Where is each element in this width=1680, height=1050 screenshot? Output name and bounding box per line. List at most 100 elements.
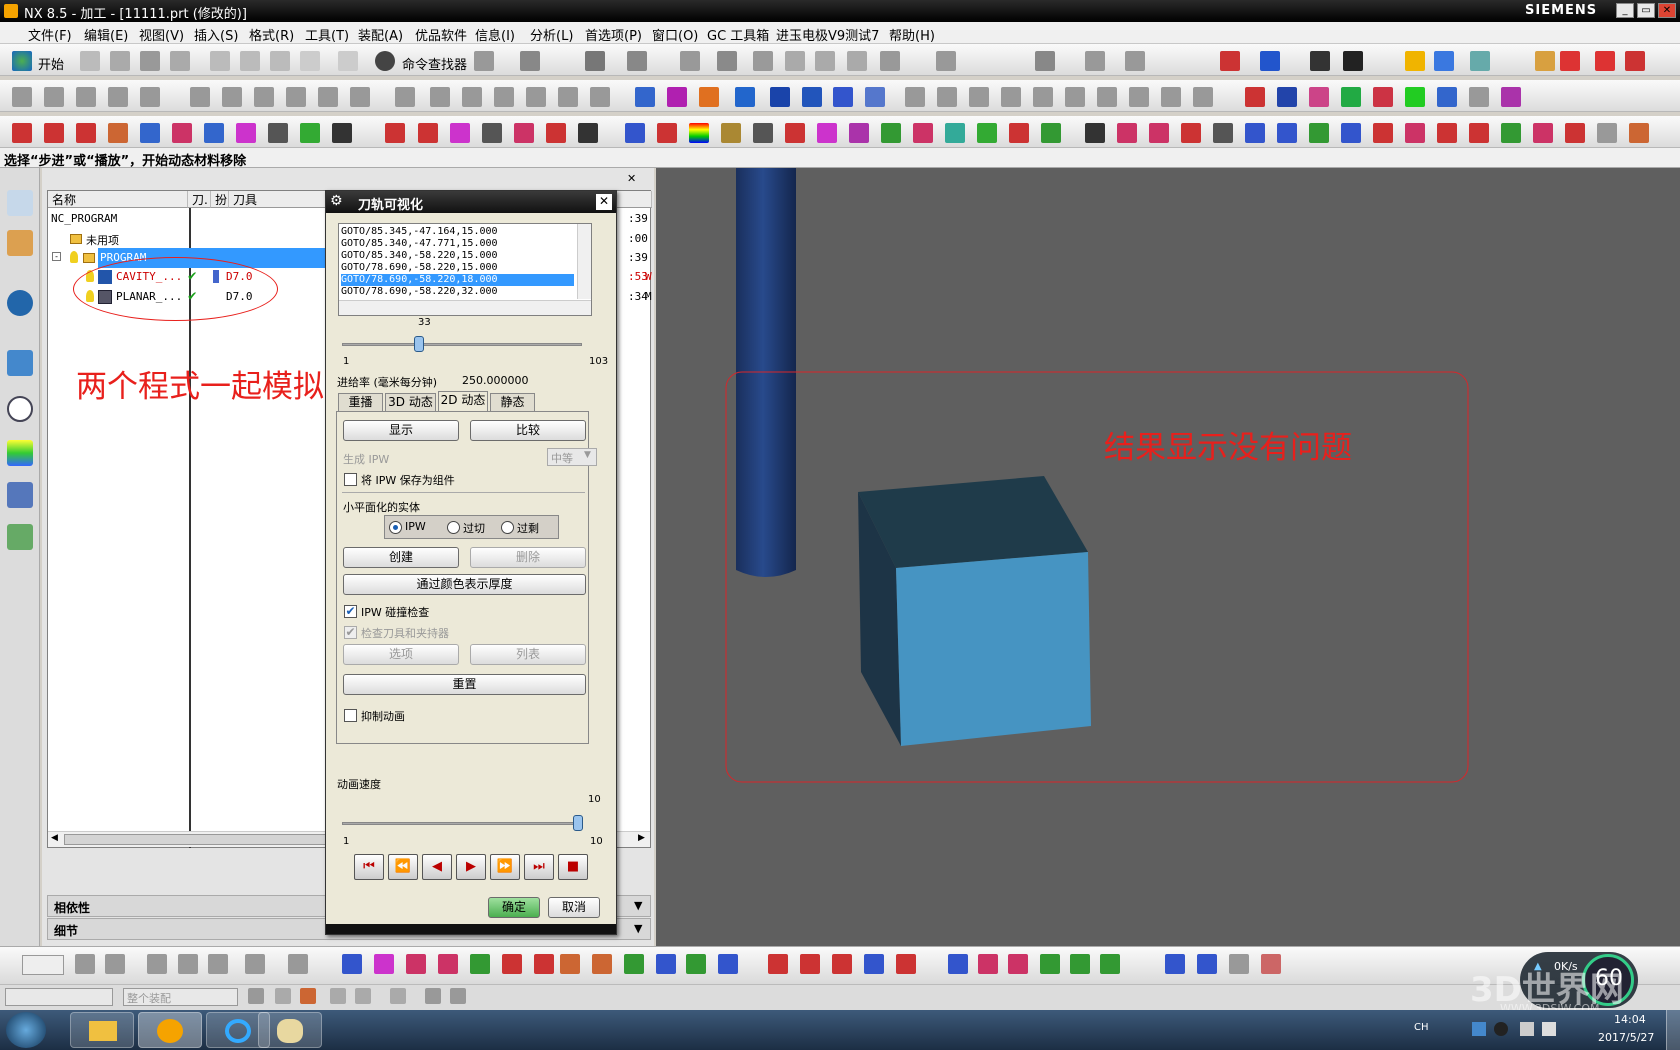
scroll-thumb[interactable] [64,834,364,845]
bt-icon-23[interactable] [832,954,852,974]
bt-icon-25[interactable] [896,954,916,974]
cam-icon-32[interactable] [1041,123,1061,143]
menu-assembly[interactable]: 装配(A) [358,25,403,44]
list-vscroll[interactable] [577,224,591,299]
bt-icon-3[interactable] [147,954,167,974]
info-icon[interactable] [7,290,33,316]
color-icon[interactable] [1035,51,1055,71]
list-button[interactable]: 列表 [470,644,586,665]
taskbar-paint[interactable] [258,1012,322,1048]
bt-icon-13[interactable] [502,954,522,974]
view-top-icon[interactable] [785,51,805,71]
red-tool-icon[interactable] [1245,87,1265,107]
menu-view[interactable]: 视图(V) [139,25,184,44]
arrow-left-icon[interactable] [1405,51,1425,71]
select-icon-1[interactable] [248,988,264,1004]
cam-icon-37[interactable] [1213,123,1233,143]
tab-static[interactable]: 静态 [490,393,535,411]
cam-icon-3[interactable] [76,123,96,143]
blue-solid-icon[interactable] [865,87,885,107]
bt-icon-21[interactable] [768,954,788,974]
minimize-button[interactable]: _ [1616,3,1634,18]
ipw-resolution-select[interactable]: 中等 ▼ [547,448,597,466]
cam-icon-16[interactable] [514,123,534,143]
mfg-icon-1[interactable] [905,87,925,107]
bt-icon-10[interactable] [406,954,426,974]
cam-icon-22[interactable] [721,123,741,143]
list-hscroll[interactable] [339,300,591,315]
start-button[interactable]: 开始 [38,54,64,73]
op-icon-10[interactable] [318,87,338,107]
chevron-down-icon[interactable]: ▼ [584,450,591,460]
op-icon-5[interactable] [140,87,160,107]
menu-gc-toolbox[interactable]: GC 工具箱 [707,25,769,44]
cam-icon-28[interactable] [913,123,933,143]
create-button[interactable]: 创建 [343,547,459,568]
magenta-icon[interactable] [667,87,687,107]
cam-icon-49[interactable] [1597,123,1617,143]
op-icon-4[interactable] [108,87,128,107]
layers-icon[interactable] [1535,51,1555,71]
display-button[interactable]: 显示 [343,420,459,441]
assembly-navigator-icon[interactable] [7,230,33,256]
menu-info[interactable]: 信息(I) [475,25,515,44]
panel-close-icon[interactable]: ✕ [627,172,636,185]
measure-icon[interactable] [1220,51,1240,71]
cancel-button[interactable]: 取消 [548,897,600,918]
mfg-icon-10[interactable] [1193,87,1213,107]
view-right-icon[interactable] [847,51,867,71]
view-fit-icon[interactable] [585,51,605,71]
bt-icon-11[interactable] [438,954,458,974]
pink-tool-icon[interactable] [1309,87,1329,107]
tab-2d-dynamic[interactable]: 2D 动态 [438,391,488,412]
feature-icon[interactable] [1125,51,1145,71]
bt-icon-34[interactable] [1229,954,1249,974]
cam-icon-2[interactable] [44,123,64,143]
step-back-button[interactable]: ⏪ [388,854,418,880]
toolpath-list[interactable]: GOTO/85.345,-47.164,15.000 GOTO/85.340,-… [338,223,592,316]
options-button[interactable]: 选项 [343,644,459,665]
tray-icon-qq[interactable] [1494,1022,1508,1036]
grid-icon[interactable] [1560,51,1580,71]
cam-icon-29[interactable] [945,123,965,143]
step-slider[interactable] [342,336,582,352]
select-filter-icon[interactable] [474,51,494,71]
op-icon-17[interactable] [558,87,578,107]
mfg-icon-5[interactable] [1033,87,1053,107]
web-browser-icon[interactable] [7,350,33,376]
green-tool-icon[interactable] [1341,87,1361,107]
taskbar-nx[interactable] [138,1012,202,1048]
chevron-down-icon[interactable]: ▼ [634,899,642,912]
bt-icon-4[interactable] [178,954,198,974]
green-check-icon[interactable] [1405,87,1425,107]
select-icon-7[interactable] [425,988,441,1004]
reset-button[interactable]: 重置 [343,674,586,695]
cam-icon-4[interactable] [108,123,128,143]
bt-icon-33[interactable] [1197,954,1217,974]
show-desktop-button[interactable] [1666,1010,1680,1050]
bt-icon-2[interactable] [105,954,125,974]
mfg-icon-9[interactable] [1161,87,1181,107]
gray-box-icon[interactable] [1469,87,1489,107]
select-icon-6[interactable] [390,988,406,1004]
new-icon[interactable] [80,51,100,71]
cam-icon-17[interactable] [546,123,566,143]
arrow-right-icon[interactable] [1434,51,1454,71]
view-front-icon[interactable] [815,51,835,71]
cam-icon-20[interactable] [657,123,677,143]
play-forward-button[interactable]: ▶ [456,854,486,880]
command-finder-button[interactable]: 命令查找器 [402,54,467,73]
cam-rainbow-icon[interactable] [689,123,709,143]
cam-icon-45[interactable] [1469,123,1489,143]
cam-text-icon-2[interactable] [592,954,612,974]
bt-icon-6[interactable] [245,954,265,974]
select-icon-5[interactable] [355,988,371,1004]
radio-excess[interactable] [501,521,514,534]
roles-icon[interactable] [7,524,33,550]
list-item[interactable]: GOTO/78.690,-58.220,15.000 [341,262,574,274]
cam-icon-48[interactable] [1565,123,1585,143]
cam-icon-42[interactable] [1373,123,1393,143]
menu-file[interactable]: 文件(F) [28,25,72,44]
menu-insert[interactable]: 插入(S) [194,25,238,44]
thickness-color-button[interactable]: 通过颜色表示厚度 [343,574,586,595]
